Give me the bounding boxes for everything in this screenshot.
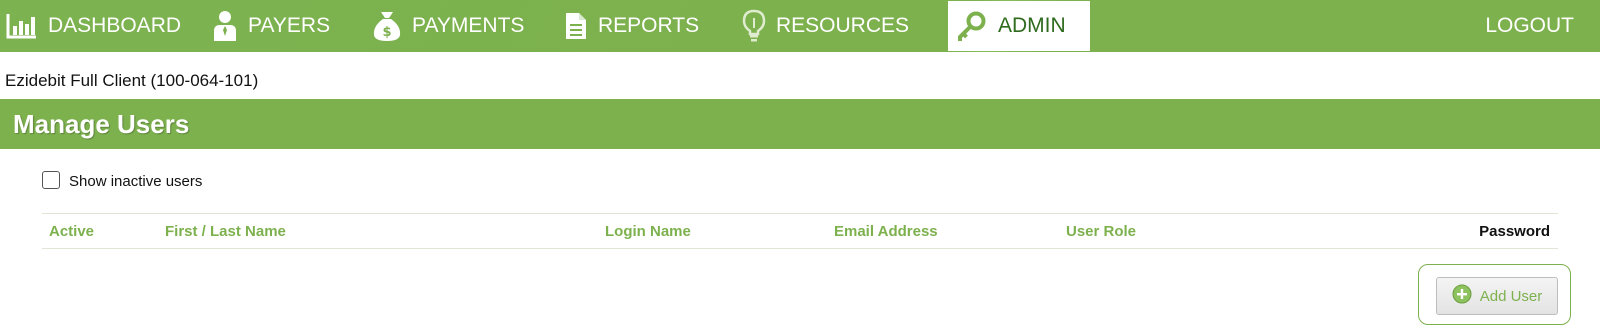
nav-payers-label: PAYERS bbox=[248, 14, 331, 37]
page-header-bar: Manage Users bbox=[0, 99, 1600, 149]
column-header-password: Password bbox=[1479, 223, 1550, 240]
plus-circle-icon bbox=[1452, 284, 1472, 309]
column-header-name[interactable]: First / Last Name bbox=[165, 223, 286, 240]
show-inactive-checkbox[interactable] bbox=[42, 170, 60, 189]
client-name: Ezidebit Full Client (100-064-101) bbox=[5, 71, 259, 90]
nav-dashboard-label: DASHBOARD bbox=[48, 14, 182, 37]
document-icon bbox=[564, 11, 588, 41]
nav-payments-label: PAYMENTS bbox=[412, 14, 525, 37]
nav-resources[interactable]: RESOURCES bbox=[742, 0, 909, 52]
money-bag-icon: $ bbox=[372, 10, 402, 42]
nav-admin[interactable]: ADMIN bbox=[948, 1, 1090, 51]
column-header-email[interactable]: Email Address bbox=[834, 223, 938, 240]
add-user-container: Add User bbox=[1418, 264, 1571, 325]
nav-payers[interactable]: PAYERS bbox=[212, 0, 330, 52]
main-navbar: DASHBOARD PAYERS $ PAYMENTS REPORTS RESO… bbox=[0, 0, 1600, 52]
column-header-active[interactable]: Active bbox=[49, 223, 94, 240]
person-icon bbox=[212, 10, 238, 42]
bar-chart-icon bbox=[6, 12, 38, 40]
key-icon bbox=[956, 10, 988, 42]
nav-dashboard[interactable]: DASHBOARD bbox=[6, 0, 181, 52]
add-user-label: Add User bbox=[1479, 287, 1543, 305]
column-header-role[interactable]: User Role bbox=[1066, 223, 1136, 240]
nav-admin-label: ADMIN bbox=[998, 14, 1066, 37]
nav-resources-label: RESOURCES bbox=[776, 14, 910, 37]
column-header-login[interactable]: Login Name bbox=[605, 223, 691, 240]
add-user-button[interactable]: Add User bbox=[1436, 277, 1558, 315]
nav-reports[interactable]: REPORTS bbox=[564, 0, 699, 52]
nav-logout[interactable]: LOGOUT bbox=[1485, 0, 1574, 52]
svg-text:$: $ bbox=[382, 25, 391, 40]
show-inactive-label: Show inactive users bbox=[69, 173, 203, 190]
nav-payments[interactable]: $ PAYMENTS bbox=[372, 0, 524, 52]
show-inactive-filter: Show inactive users bbox=[42, 169, 202, 190]
nav-reports-label: REPORTS bbox=[598, 14, 700, 37]
nav-logout-label: LOGOUT bbox=[1485, 14, 1574, 37]
lightbulb-icon bbox=[742, 9, 766, 43]
users-table-header: Active First / Last Name Login Name Emai… bbox=[42, 213, 1558, 249]
page-title: Manage Users bbox=[13, 109, 190, 139]
